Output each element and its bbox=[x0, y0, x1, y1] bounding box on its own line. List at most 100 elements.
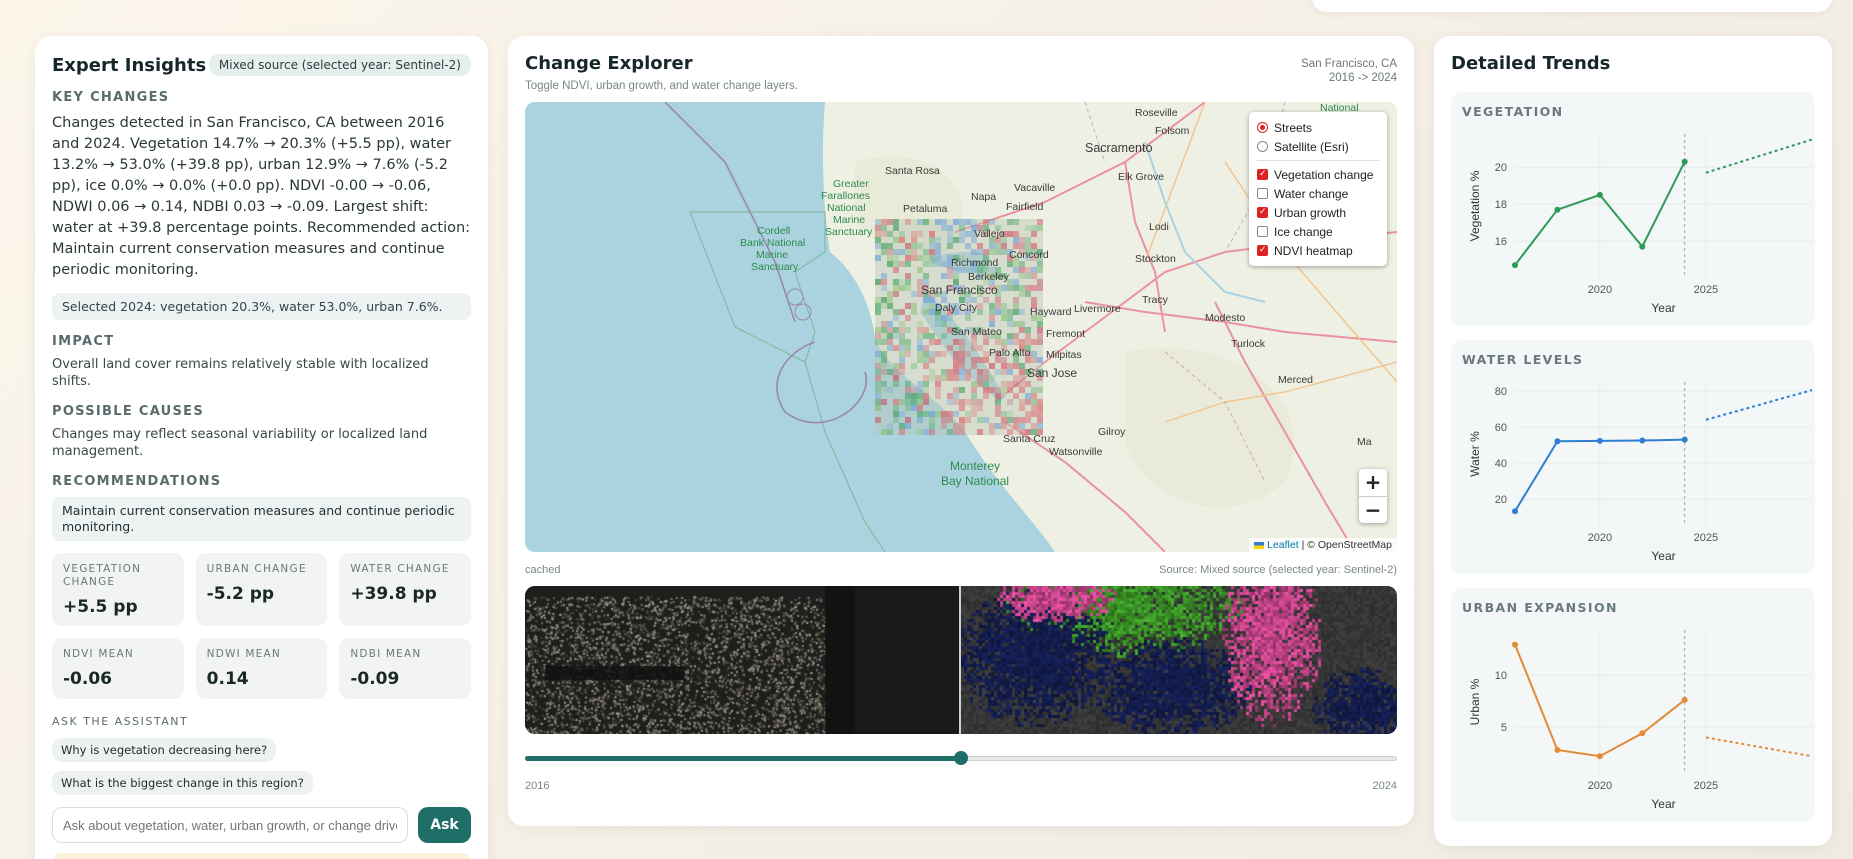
overlay-cell bbox=[875, 375, 881, 381]
overlay-vegetation-change[interactable]: Vegetation change bbox=[1257, 165, 1379, 184]
overlay-cell bbox=[959, 357, 965, 363]
overlay-cell bbox=[923, 375, 929, 381]
overlay-cell bbox=[1037, 285, 1043, 291]
overlay-cell bbox=[893, 375, 899, 381]
suggestion-chip[interactable]: Why is vegetation decreasing here? bbox=[52, 738, 277, 762]
overlay-cell bbox=[1031, 399, 1037, 405]
overlay-cell bbox=[887, 333, 893, 339]
overlay-ndvi-heatmap[interactable]: NDVI heatmap bbox=[1257, 241, 1379, 260]
overlay-cell bbox=[965, 315, 971, 321]
y-axis-label: Urban % bbox=[1468, 678, 1482, 725]
overlay-cell bbox=[989, 429, 995, 435]
causes-heading: POSSIBLE CAUSES bbox=[52, 404, 205, 419]
before-after-compare[interactable] bbox=[525, 586, 1397, 734]
overlay-cell bbox=[905, 351, 911, 357]
overlay-cell bbox=[1031, 405, 1037, 411]
overlay-cell bbox=[905, 423, 911, 429]
data-point bbox=[1512, 508, 1518, 515]
y-tick-label: 60 bbox=[1495, 422, 1507, 434]
overlay-cell bbox=[929, 417, 935, 423]
y-tick-label: 20 bbox=[1495, 162, 1507, 174]
checkbox-ice-change[interactable] bbox=[1257, 226, 1268, 237]
radio-streets[interactable] bbox=[1257, 122, 1268, 133]
map-label: San Jose bbox=[1027, 366, 1077, 380]
map-view[interactable]: Roseville National Folsom Sacramento San… bbox=[525, 102, 1397, 552]
metric-urban-change: URBAN CHANGE -5.2 pp bbox=[195, 553, 328, 626]
cache-status: cached bbox=[525, 564, 561, 576]
checkbox-water-change[interactable] bbox=[1257, 188, 1268, 199]
zoom-in-button[interactable]: + bbox=[1359, 469, 1387, 496]
overlay-cell bbox=[911, 237, 917, 243]
base-layer-streets[interactable]: Streets bbox=[1257, 118, 1379, 137]
ukraine-flag-icon bbox=[1254, 541, 1265, 549]
overlay-cell bbox=[935, 243, 941, 249]
x-tick-label: 2025 bbox=[1694, 780, 1718, 792]
checkbox-urban-growth[interactable] bbox=[1257, 206, 1268, 218]
overlay-cell bbox=[875, 399, 881, 405]
overlay-cell bbox=[971, 219, 977, 225]
overlay-cell bbox=[929, 375, 935, 381]
overlay-cell bbox=[1013, 303, 1019, 309]
slider-handle[interactable] bbox=[954, 751, 968, 765]
overlay-cell bbox=[995, 405, 1001, 411]
water-chart: 20 40 60 80 2020 2025 Year Water % bbox=[1468, 382, 1813, 563]
overlay-cell bbox=[1025, 291, 1031, 297]
overlay-cell bbox=[965, 351, 971, 357]
overlay-cell bbox=[887, 297, 893, 303]
overlay-cell bbox=[977, 375, 983, 381]
data-source-label: Source: Mixed source (selected year: Sen… bbox=[1159, 564, 1397, 576]
trends-title: Detailed Trends bbox=[1451, 53, 1611, 74]
overlay-cell bbox=[1013, 363, 1019, 369]
layer-label: Satellite (Esri) bbox=[1274, 139, 1349, 154]
base-layer-satellite[interactable]: Satellite (Esri) bbox=[1257, 137, 1379, 156]
leaflet-link[interactable]: Leaflet bbox=[1267, 539, 1299, 551]
overlay-cell bbox=[995, 393, 1001, 399]
suggestion-chip[interactable]: What is the biggest change in this regio… bbox=[52, 771, 313, 795]
overlay-cell bbox=[995, 309, 1001, 315]
overlay-cell bbox=[983, 339, 989, 345]
radio-satellite[interactable] bbox=[1257, 141, 1268, 152]
overlay-cell bbox=[899, 429, 905, 435]
overlay-cell bbox=[1001, 417, 1007, 423]
overlay-water-change[interactable]: Water change bbox=[1257, 184, 1379, 203]
overlay-cell bbox=[977, 417, 983, 423]
overlay-cell bbox=[881, 351, 887, 357]
overlay-ice-change[interactable]: Ice change bbox=[1257, 222, 1379, 241]
overlay-cell bbox=[1001, 387, 1007, 393]
checkbox-ndvi-heatmap[interactable] bbox=[1257, 244, 1268, 256]
overlay-cell bbox=[893, 327, 899, 333]
overlay-cell bbox=[893, 237, 899, 243]
overlay-cell bbox=[1007, 399, 1013, 405]
overlay-cell bbox=[947, 375, 953, 381]
overlay-cell bbox=[893, 279, 899, 285]
overlay-cell bbox=[893, 267, 899, 273]
checkbox-vegetation-change[interactable] bbox=[1257, 168, 1268, 180]
overlay-cell bbox=[911, 249, 917, 255]
trend-title: VEGETATION bbox=[1462, 104, 1564, 119]
ask-input[interactable] bbox=[52, 807, 408, 843]
overlay-cell bbox=[899, 399, 905, 405]
map-label: Marine bbox=[756, 249, 788, 261]
overlay-cell bbox=[887, 423, 893, 429]
overlay-cell bbox=[929, 243, 935, 249]
osm-attribution[interactable]: | © OpenStreetMap bbox=[1302, 539, 1392, 551]
overlay-cell bbox=[893, 291, 899, 297]
metric-vegetation-change: VEGETATION CHANGE +5.5 pp bbox=[52, 553, 184, 626]
overlay-cell bbox=[899, 345, 905, 351]
year-slider[interactable] bbox=[525, 751, 1397, 765]
ask-button[interactable]: Ask bbox=[418, 807, 471, 843]
metric-value: +5.5 pp bbox=[63, 597, 138, 617]
zoom-out-button[interactable]: − bbox=[1359, 496, 1387, 523]
overlay-cell bbox=[983, 369, 989, 375]
overlay-urban-growth[interactable]: Urban growth bbox=[1257, 203, 1379, 222]
overlay-cell bbox=[1025, 339, 1031, 345]
overlay-cell bbox=[899, 285, 905, 291]
overlay-cell bbox=[1007, 261, 1013, 267]
overlay-cell bbox=[1025, 237, 1031, 243]
overlay-cell bbox=[1019, 291, 1025, 297]
overlay-cell bbox=[1031, 225, 1037, 231]
overlay-cell bbox=[899, 237, 905, 243]
overlay-cell bbox=[905, 327, 911, 333]
overlay-cell bbox=[1013, 267, 1019, 273]
overlay-cell bbox=[917, 219, 923, 225]
